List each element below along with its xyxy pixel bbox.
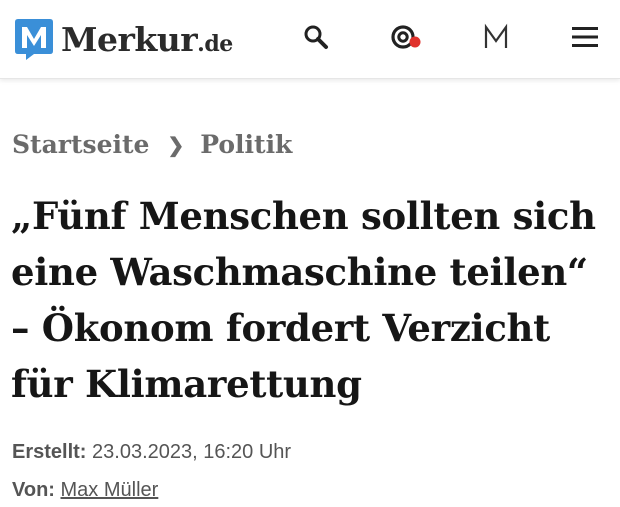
- site-header: Merkur.de: [0, 0, 620, 79]
- account-button[interactable]: [476, 19, 516, 59]
- merkur-logo[interactable]: Merkur.de: [14, 14, 233, 64]
- author-link[interactable]: Max Müller: [61, 479, 159, 501]
- chevron-right-icon: ❯: [167, 132, 185, 157]
- logo-tld: .de: [197, 30, 233, 57]
- article-author: Von: Max Müller: [12, 479, 158, 502]
- m-account-icon: [482, 23, 510, 56]
- author-label: Von:: [12, 479, 55, 501]
- menu-button[interactable]: [565, 19, 605, 59]
- search-button[interactable]: [296, 19, 336, 59]
- logo-wordmark: Merkur.de: [61, 20, 233, 59]
- created-date: 23.03.2023, 16:20 Uhr: [92, 441, 292, 463]
- logo-name: Merkur: [61, 19, 198, 59]
- article-created: Erstellt: 23.03.2023, 16:20 Uhr: [12, 441, 291, 464]
- menu-icon: [571, 25, 599, 54]
- breadcrumb-home-link[interactable]: Startseite: [12, 130, 149, 159]
- article-headline: „Fünf Menschen sollten sich eine Waschma…: [11, 194, 596, 406]
- breadcrumb-section-link[interactable]: Politik: [200, 130, 292, 159]
- created-label: Erstellt:: [12, 441, 87, 463]
- breadcrumb: Startseite ❯ Politik: [12, 130, 292, 159]
- search-icon: [303, 24, 329, 55]
- recommendations-button[interactable]: [387, 19, 427, 59]
- recommendations-icon: [390, 22, 424, 57]
- merkur-logo-mark-icon: [14, 17, 54, 61]
